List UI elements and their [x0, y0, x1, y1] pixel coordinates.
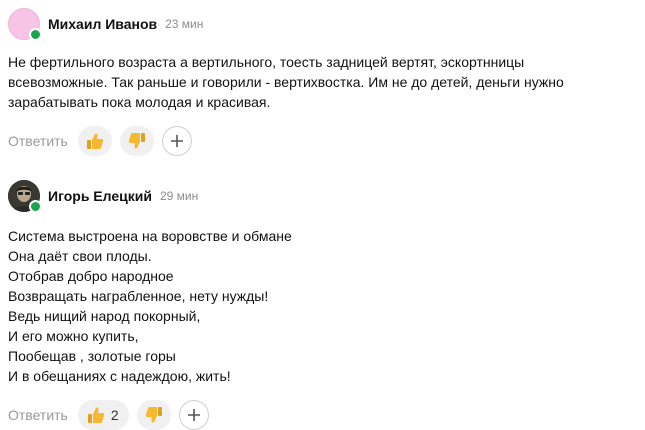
thumbs-up-icon — [86, 405, 106, 425]
plus-icon — [187, 408, 201, 422]
reply-button[interactable]: Ответить — [8, 407, 68, 423]
thumbs-down-icon — [144, 405, 164, 425]
comment-text: Система выстроена на воровстве и обмане … — [8, 228, 292, 384]
comment-header: Михаил Иванов 23 мин — [8, 6, 638, 42]
plus-icon — [170, 134, 184, 148]
reply-button[interactable]: Ответить — [8, 133, 68, 149]
like-button[interactable] — [77, 126, 112, 156]
thumbs-down-icon — [127, 131, 147, 151]
author-name[interactable]: Игорь Елецкий — [48, 188, 152, 204]
like-button[interactable]: 2 — [77, 400, 129, 430]
dislike-button[interactable] — [136, 400, 171, 430]
avatar[interactable] — [8, 180, 42, 213]
dislike-button[interactable] — [119, 126, 154, 156]
comment-actions: Ответить — [8, 126, 638, 156]
comment: Михаил Иванов 23 мин Не фертильного возр… — [8, 6, 638, 156]
avatar[interactable] — [8, 8, 42, 41]
comment: Игорь Елецкий 29 мин Система выстроена н… — [8, 178, 638, 430]
comment-text: Не фертильного возраста а вертильного, т… — [8, 54, 564, 110]
online-status-icon — [29, 28, 42, 41]
comment-actions: Ответить 2 — [8, 400, 638, 430]
thumbs-up-icon — [85, 131, 105, 151]
author-name[interactable]: Михаил Иванов — [48, 16, 157, 32]
add-reaction-button[interactable] — [178, 400, 209, 430]
comment-header: Игорь Елецкий 29 мин — [8, 178, 638, 214]
add-reaction-button[interactable] — [161, 126, 192, 156]
online-status-icon — [29, 200, 42, 213]
comment-time: 23 мин — [165, 17, 204, 31]
comment-time: 29 мин — [159, 189, 199, 203]
like-count: 2 — [110, 407, 119, 423]
